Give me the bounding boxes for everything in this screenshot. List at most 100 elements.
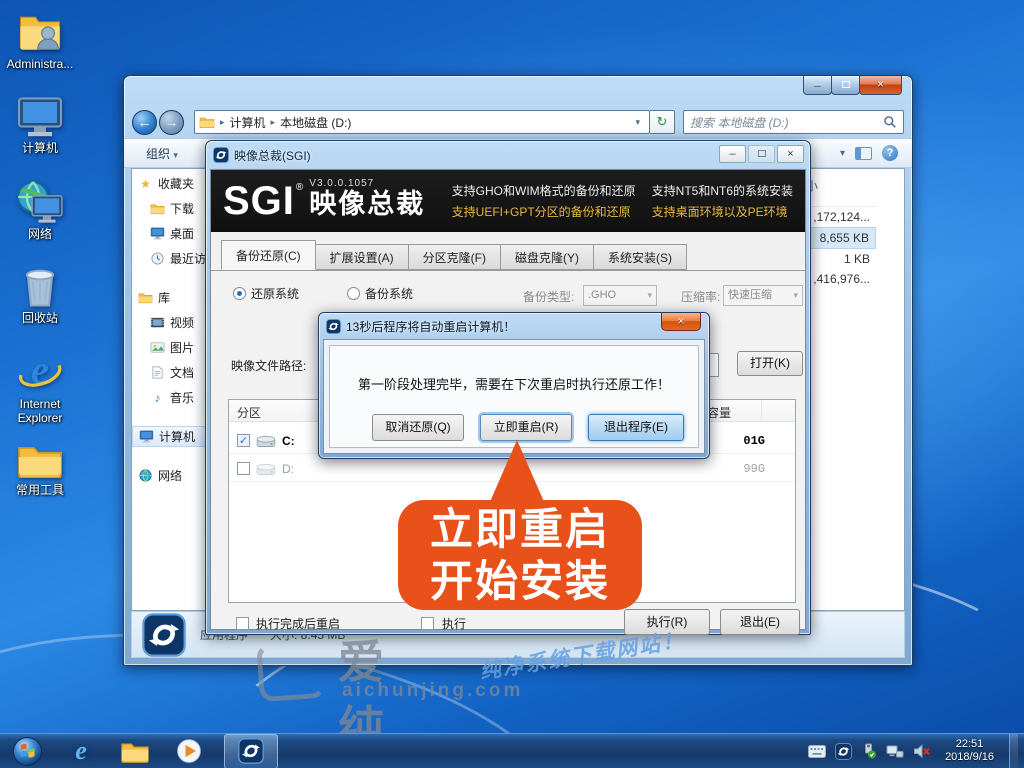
sidebar-item-label: 文档 — [170, 364, 194, 381]
partition-capacity: 01G — [743, 434, 765, 448]
taskbar-clock[interactable]: 22:51 2018/9/16 — [939, 738, 1000, 764]
execute-button[interactable]: 执行(R) — [624, 609, 710, 635]
tab-disk-clone[interactable]: 磁盘克隆(Y) — [500, 244, 594, 270]
cancel-restore-button[interactable]: 取消还原(Q) — [372, 414, 464, 441]
second-checkbox[interactable]: 执行 — [421, 615, 466, 632]
address-dropdown-icon[interactable]: ▾ — [635, 117, 640, 128]
tab-system-install[interactable]: 系统安装(S) — [593, 244, 687, 270]
minimize-button[interactable]: – — [719, 145, 746, 163]
dialog-body: 第一阶段处理完毕，需要在下次重启时执行还原工作！ 取消还原(Q) 立即重启(R)… — [323, 339, 705, 454]
refresh-button[interactable]: ↻ — [650, 110, 675, 134]
checkbox-unchecked-icon[interactable] — [237, 462, 250, 475]
usb-device-icon[interactable] — [861, 743, 877, 759]
dialog-close-button[interactable]: × — [661, 313, 701, 331]
close-button[interactable]: × — [859, 76, 902, 95]
checkbox-unchecked-icon — [421, 617, 434, 630]
desktop-icon-label: 回收站 — [2, 311, 78, 325]
exit-program-button[interactable]: 退出程序(E) — [588, 414, 684, 441]
close-icon: × — [787, 148, 793, 160]
tab-partition-clone[interactable]: 分区克隆(F) — [408, 244, 501, 270]
capacity-column-header[interactable]: 容量 — [707, 404, 731, 421]
restart-now-button[interactable]: 立即重启(R) — [480, 414, 572, 441]
clock-date: 2018/9/16 — [945, 751, 994, 764]
partition-capacity: 99G — [743, 462, 765, 476]
compress-label: 压缩率: — [681, 288, 720, 305]
close-button[interactable]: × — [777, 145, 804, 163]
minimize-button[interactable]: – — [803, 76, 832, 95]
show-desktop-button[interactable] — [1009, 734, 1018, 768]
taskbar-file-explorer[interactable] — [108, 734, 162, 768]
dialog-inner-panel: 第一阶段处理完毕，需要在下次重启时执行还原工作！ 取消还原(Q) 立即重启(R)… — [329, 345, 699, 448]
volume-muted-icon[interactable] — [913, 744, 930, 759]
callout-line2: 开始安装 — [398, 556, 642, 608]
reboot-after-finish-checkbox[interactable]: 执行完成后重启 — [236, 615, 340, 632]
checkbox-checked-icon[interactable]: ✓ — [237, 434, 250, 447]
desktop-icon-computer[interactable]: 计算机 — [2, 96, 78, 155]
internet-explorer-icon: e — [75, 736, 87, 766]
tab-extended-settings[interactable]: 扩展设置(A) — [315, 244, 409, 270]
radio-label: 还原系统 — [251, 285, 299, 302]
sgi-logo: SGI ® V3.0.0.1057 映像总裁 — [223, 178, 425, 224]
tab-backup-restore[interactable]: 备份还原(C) — [221, 240, 316, 270]
change-view-icon[interactable] — [855, 147, 872, 160]
disk-icon — [256, 434, 276, 448]
pictures-icon — [150, 341, 165, 354]
touch-keyboard-icon[interactable] — [808, 745, 826, 758]
desktop-icon-administrator[interactable]: Administra... — [2, 8, 78, 71]
search-icon — [883, 115, 897, 129]
desktop-icon-label: 常用工具 — [2, 483, 78, 497]
radio-label: 备份系统 — [365, 285, 413, 302]
minimize-icon: – — [814, 77, 821, 91]
breadcrumb[interactable]: ▸ 计算机 ▸ 本地磁盘 (D:) ▾ — [194, 110, 650, 134]
taskbar-media-player[interactable] — [162, 734, 216, 768]
views-dropdown-icon[interactable]: ▾ — [840, 148, 845, 159]
music-note-icon: ♪ — [150, 391, 165, 405]
explorer-window-controls: – × — [804, 76, 902, 95]
forward-button[interactable]: → — [159, 110, 184, 135]
media-player-icon — [175, 737, 203, 765]
desktop-icon-recycle-bin[interactable]: 回收站 — [2, 264, 78, 325]
folder-icon — [199, 116, 215, 128]
sgi-feature-list: 支持GHO和WIM格式的备份和还原 支持NT5和NT6的系统安装 支持UEFI+… — [452, 182, 793, 220]
compress-dropdown[interactable]: 快速压缩 ▾ — [723, 285, 803, 306]
breadcrumb-computer[interactable]: 计算机 — [230, 114, 266, 131]
sidebar-item-label: 图片 — [170, 339, 194, 356]
breadcrumb-separator: ▸ — [220, 117, 225, 128]
organize-button[interactable]: 组织 ▾ — [138, 141, 186, 166]
help-icon[interactable]: ? — [882, 145, 898, 161]
sidebar-item-label: 库 — [158, 289, 170, 306]
desktop-icon-common-tools[interactable]: 常用工具 — [2, 440, 78, 497]
exit-button[interactable]: 退出(E) — [720, 609, 800, 635]
sgi-window-controls: – × — [719, 145, 804, 163]
dialog-message: 第一阶段处理完毕，需要在下次重启时执行还原工作！ — [330, 374, 698, 393]
sgi-product-name: 映像总裁 — [309, 189, 425, 219]
breadcrumb-separator: ▸ — [271, 117, 276, 128]
restore-system-radio[interactable]: 还原系统 — [233, 285, 299, 302]
sgi-app-icon — [238, 738, 264, 764]
maximize-button[interactable] — [831, 76, 860, 95]
checkbox-unchecked-icon — [236, 617, 249, 630]
chevron-down-icon: ▾ — [793, 286, 798, 305]
backup-system-radio[interactable]: 备份系统 — [347, 285, 413, 302]
desktop-icon-network[interactable]: 网络 — [2, 180, 78, 241]
feature-text: 支持NT5和NT6的系统安装 — [652, 182, 793, 199]
computer-icon — [139, 430, 154, 443]
maximize-button[interactable] — [748, 145, 775, 163]
network-icon[interactable] — [886, 744, 904, 759]
sgi-tray-icon[interactable] — [835, 743, 852, 760]
desktop-icon-internet-explorer[interactable]: Internet Explorer — [2, 348, 78, 425]
dialog-title-bar[interactable]: 13秒后程序将自动重启计算机！ — [319, 313, 709, 339]
partition-column-header[interactable]: 分区 — [237, 404, 261, 421]
taskbar-internet-explorer[interactable]: e — [54, 734, 108, 768]
sidebar-item-label: 音乐 — [170, 389, 194, 406]
image-path-label: 映像文件路径: — [231, 357, 306, 374]
open-button[interactable]: 打开(K) — [737, 351, 803, 376]
sgi-window-icon — [213, 147, 229, 163]
sidebar-item-label: 计算机 — [159, 428, 195, 445]
taskbar-sgi-app[interactable] — [224, 734, 278, 768]
back-button[interactable]: ← — [132, 110, 157, 135]
start-button[interactable] — [0, 734, 54, 768]
search-input[interactable]: 搜索 本地磁盘 (D:) — [683, 110, 904, 134]
backup-type-dropdown[interactable]: .GHO ▾ — [583, 285, 657, 306]
breadcrumb-drive[interactable]: 本地磁盘 (D:) — [280, 114, 351, 131]
